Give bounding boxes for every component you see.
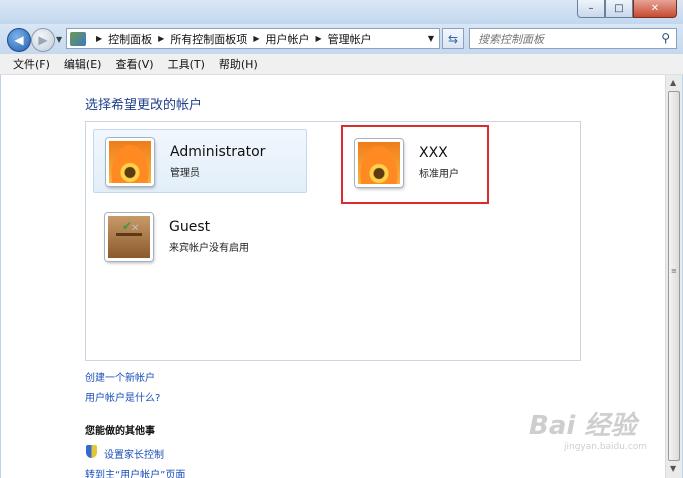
- account-tile-xxx[interactable]: XXX 标准用户: [341, 125, 489, 204]
- search-box[interactable]: ⚲: [469, 28, 677, 49]
- navigation-bar: ◀ ▶ ▼ ▶ 控制面板 ▶ 所有控制面板项 ▶ 用户帐户 ▶ 管理帐户 ▼ ⇆…: [0, 24, 683, 54]
- title-bar: – □ ✕: [0, 0, 683, 24]
- address-dropdown-icon[interactable]: ▼: [428, 34, 434, 43]
- account-type: 管理员: [170, 168, 200, 179]
- breadcrumb-item[interactable]: 控制面板: [108, 31, 152, 47]
- scrollbar-thumb[interactable]: ≡: [668, 91, 680, 461]
- watermark-sub: jingyan.baidu.com: [564, 442, 648, 452]
- page-title: 选择希望更改的帐户: [85, 98, 203, 113]
- search-icon[interactable]: ⚲: [661, 31, 670, 45]
- account-name: Administrator: [170, 144, 266, 160]
- scroll-up-icon[interactable]: ▲: [670, 78, 676, 87]
- breadcrumb-separator-icon[interactable]: ▶: [158, 34, 164, 43]
- menu-edit[interactable]: 编辑(E): [57, 56, 109, 72]
- create-account-link[interactable]: 创建一个新帐户: [85, 369, 155, 384]
- search-input[interactable]: [476, 30, 660, 49]
- back-button[interactable]: ◀: [7, 28, 31, 52]
- account-tile-administrator[interactable]: Administrator 管理员: [93, 129, 307, 193]
- address-bar[interactable]: ▶ 控制面板 ▶ 所有控制面板项 ▶ 用户帐户 ▶ 管理帐户 ▼: [66, 28, 440, 49]
- maximize-button[interactable]: □: [605, 0, 633, 18]
- shield-icon: [86, 445, 97, 458]
- menu-help[interactable]: 帮助(H): [212, 56, 265, 72]
- grip-icon: ≡: [671, 267, 677, 275]
- minimize-button[interactable]: –: [577, 0, 605, 18]
- menu-bar: 文件(F) 编辑(E) 查看(V) 工具(T) 帮助(H): [0, 54, 683, 75]
- minimize-icon: –: [588, 3, 594, 14]
- forward-button[interactable]: ▶: [31, 28, 55, 52]
- account-name: XXX: [419, 145, 448, 161]
- maximize-icon: □: [614, 3, 624, 14]
- scroll-down-icon[interactable]: ▼: [670, 464, 676, 473]
- close-button[interactable]: ✕: [633, 0, 677, 18]
- flower-icon: [106, 138, 154, 186]
- account-type: 来宾帐户没有启用: [169, 243, 249, 254]
- parental-controls-link[interactable]: 设置家长控制: [104, 446, 164, 461]
- recent-pages-dropdown-icon[interactable]: ▼: [56, 35, 62, 44]
- briefcase-icon: ✔ ✕: [105, 213, 153, 261]
- what-is-user-account-link[interactable]: 用户帐户是什么?: [85, 389, 160, 404]
- back-arrow-icon: ◀: [14, 33, 24, 47]
- disabled-x-icon: ✕: [131, 223, 140, 234]
- accounts-list: Administrator 管理员 XXX 标准用户 ✔ ✕ Guest 来宾帐…: [85, 121, 581, 361]
- forward-arrow-icon: ▶: [38, 33, 48, 47]
- window-controls: – □ ✕: [577, 0, 677, 18]
- menu-file[interactable]: 文件(F): [0, 56, 57, 72]
- breadcrumb-separator-icon[interactable]: ▶: [253, 34, 259, 43]
- menu-tools[interactable]: 工具(T): [161, 56, 212, 72]
- flower-icon: [355, 139, 403, 187]
- content-area: 选择希望更改的帐户 Administrator 管理员 XXX 标准用户 ✔ ✕…: [1, 75, 665, 478]
- watermark-main: Bai 经验: [529, 411, 637, 441]
- breadcrumb-separator-icon[interactable]: ▶: [96, 34, 102, 43]
- main-user-accounts-link[interactable]: 转到主“用户帐户”页面: [85, 466, 185, 478]
- baidu-watermark: Bai 经验 jingyan.baidu.com: [529, 405, 647, 452]
- refresh-icon: ⇆: [447, 31, 459, 46]
- menu-view[interactable]: 查看(V): [108, 56, 160, 72]
- refresh-button[interactable]: ⇆: [442, 28, 464, 49]
- close-icon: ✕: [650, 3, 660, 14]
- vertical-scrollbar[interactable]: ▲ ≡ ▼: [665, 75, 682, 478]
- other-tasks-heading: 您能做的其他事: [85, 426, 155, 437]
- account-type: 标准用户: [419, 169, 459, 180]
- control-panel-icon: [70, 31, 86, 46]
- breadcrumb-item[interactable]: 用户帐户: [265, 31, 309, 47]
- breadcrumb-item[interactable]: 管理帐户: [328, 31, 372, 47]
- account-name: Guest: [169, 219, 211, 235]
- breadcrumb-separator-icon[interactable]: ▶: [315, 34, 321, 43]
- account-tile-guest[interactable]: ✔ ✕ Guest 来宾帐户没有启用: [93, 205, 307, 269]
- breadcrumb-item[interactable]: 所有控制面板项: [170, 31, 247, 47]
